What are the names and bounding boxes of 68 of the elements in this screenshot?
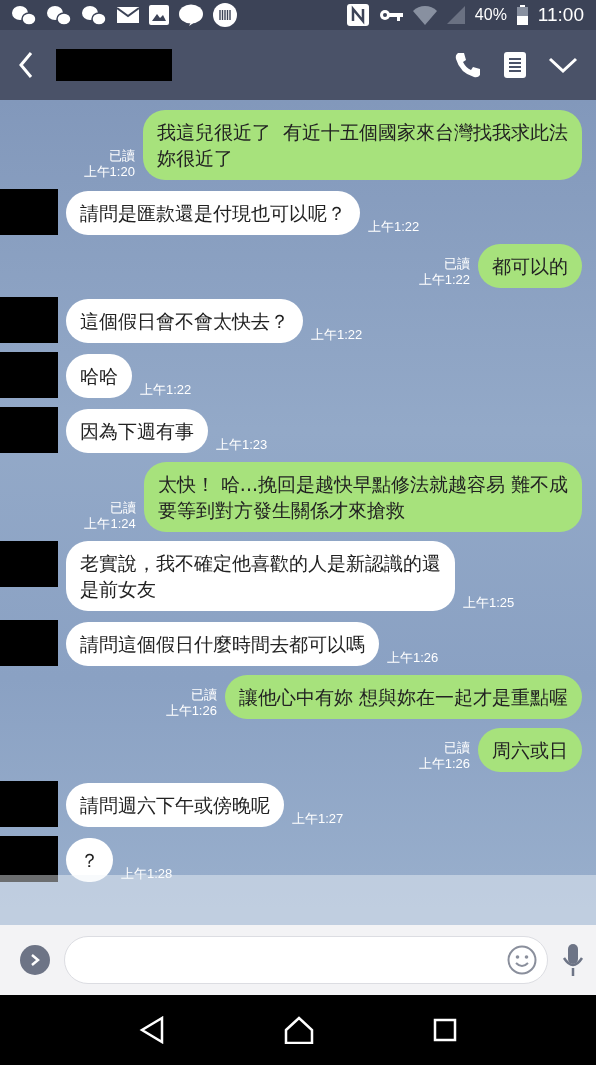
- expand-button[interactable]: [20, 945, 50, 975]
- speech-bubble-icon: [179, 4, 203, 26]
- chat-app-icon: [12, 4, 37, 26]
- recent-apps-icon[interactable]: [432, 1018, 457, 1042]
- redaction-block: [0, 781, 58, 827]
- message-time: 上午1:22: [311, 327, 363, 343]
- message-text: 妳很近了: [156, 146, 234, 171]
- microphone-icon[interactable]: [562, 944, 584, 976]
- read-receipt: 已讀: [109, 500, 136, 516]
- back-icon[interactable]: [18, 51, 34, 79]
- message-text: 讓他心中有妳 想與妳在一起才是重點喔: [238, 685, 568, 710]
- wifi-icon: [412, 5, 437, 25]
- message-text: 太快！ 哈...挽回是越快早點修法就越容易 難不成: [157, 472, 568, 497]
- message-time: 上午1:22: [418, 272, 470, 288]
- redaction-block: [0, 541, 58, 587]
- message-text: ？: [80, 848, 99, 873]
- message-input-field[interactable]: [64, 936, 548, 984]
- message-text: 請問週六下午或傍晚呢: [80, 793, 270, 818]
- message-time: 上午1:22: [368, 219, 420, 235]
- notes-icon[interactable]: [504, 52, 526, 78]
- phone-icon[interactable]: [454, 51, 482, 79]
- image-icon: [149, 5, 169, 25]
- message-text: 因為下週有事: [80, 419, 194, 444]
- message-text: 請問這個假日什麼時間去都可以嗎: [80, 632, 365, 657]
- message-text: 是前女友: [80, 577, 157, 602]
- message-time: 上午1:24: [84, 516, 136, 532]
- chat-app-icon: [82, 4, 107, 26]
- mail-icon: [117, 7, 139, 23]
- read-receipt: 已讀: [190, 687, 217, 703]
- message-text: 要等到對方發生關係才來搶救: [157, 498, 406, 523]
- message-text: 哈哈: [80, 364, 118, 389]
- read-receipt: 已讀: [444, 256, 470, 272]
- redaction-block: [0, 297, 58, 343]
- message-time: 上午1:20: [83, 164, 135, 180]
- chat-app-icon: [47, 4, 72, 26]
- chevron-right-icon: [29, 953, 41, 967]
- key-icon: [378, 8, 403, 22]
- message-time: 上午1:25: [463, 595, 515, 611]
- message-text: 老實說，我不確定他喜歡的人是新認識的還: [80, 551, 441, 576]
- nfc-icon: [346, 4, 369, 26]
- message-time: 上午1:26: [387, 650, 439, 666]
- redaction-block: [0, 407, 58, 453]
- redaction-block: [0, 836, 58, 882]
- redaction-block: [0, 189, 58, 235]
- message-time: 上午1:26: [418, 756, 470, 772]
- message-time: 上午1:28: [121, 866, 173, 882]
- read-receipt: 已讀: [444, 740, 470, 756]
- battery-icon: [516, 5, 528, 25]
- back-triangle-icon[interactable]: [139, 1016, 166, 1044]
- barcode-icon: [213, 3, 237, 27]
- redaction-block: [0, 352, 58, 398]
- message-text: 都可以的: [492, 254, 568, 279]
- chevron-down-icon[interactable]: [548, 56, 578, 74]
- message-text: 這個假日會不會太快去？: [80, 309, 289, 334]
- message-time: 上午1:27: [292, 811, 344, 827]
- message-text: 我這兒很近了 有近十五個國家來台灣找我求此法: [156, 120, 568, 145]
- clock: 11:00: [537, 4, 584, 26]
- battery-level: 40%: [474, 6, 507, 24]
- message-time: 上午1:23: [216, 437, 268, 453]
- signal-icon: [446, 6, 465, 24]
- emoji-icon[interactable]: [507, 945, 537, 975]
- message-text: 請問是匯款還是付現也可以呢？: [80, 201, 346, 226]
- home-icon[interactable]: [284, 1016, 314, 1044]
- message-text: 周六或日: [492, 738, 568, 763]
- message-time: 上午1:26: [165, 703, 217, 719]
- redaction-block: [0, 620, 58, 666]
- message-time: 上午1:22: [140, 382, 192, 398]
- read-receipt: 已讀: [108, 148, 135, 164]
